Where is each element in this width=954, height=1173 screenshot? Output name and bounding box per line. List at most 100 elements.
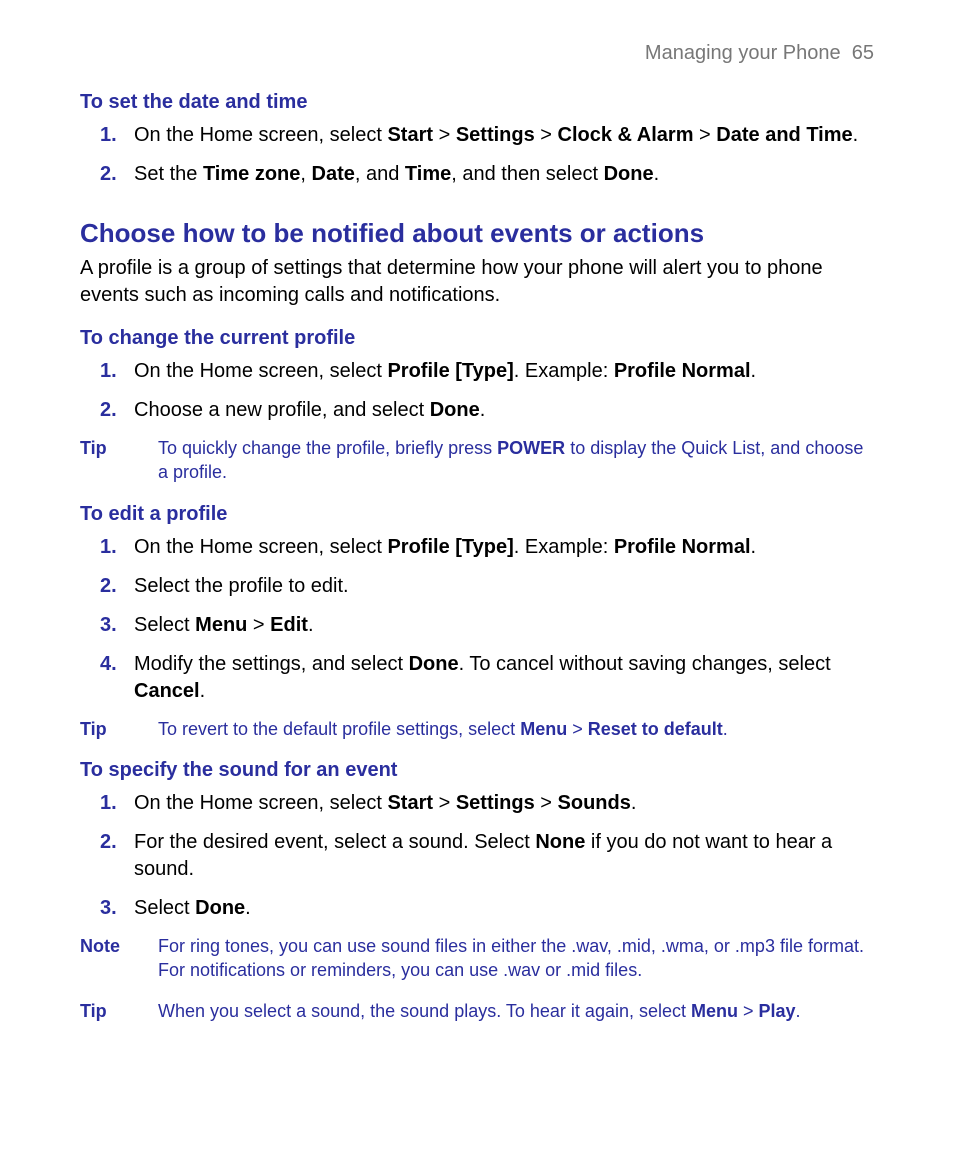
sep: > — [535, 792, 558, 814]
tip-text: To revert to the default profile setting… — [158, 717, 874, 741]
tip-text: When you select a sound, the sound plays… — [158, 999, 874, 1023]
sub-heading-date-time: To set the date and time — [80, 89, 874, 116]
punct: . — [308, 614, 314, 636]
sep: > — [567, 719, 588, 739]
step-number: 2. — [100, 829, 117, 856]
step-item: 1. On the Home screen, select Profile [T… — [134, 358, 874, 385]
ui-label: Profile [Type] — [387, 536, 513, 558]
step-text: Choose a new profile, and select — [134, 399, 430, 421]
ui-label: Settings — [456, 124, 535, 146]
step-text: Set the — [134, 163, 203, 185]
step-number: 1. — [100, 534, 117, 561]
step-number: 3. — [100, 612, 117, 639]
tip-label: Tip — [80, 436, 158, 460]
intro-paragraph: A profile is a group of settings that de… — [80, 255, 874, 309]
tip-part: To revert to the default profile setting… — [158, 719, 520, 739]
step-item: 4. Modify the settings, and select Done.… — [134, 651, 874, 705]
step-number: 1. — [100, 122, 117, 149]
main-heading-notifications: Choose how to be notified about events o… — [80, 216, 874, 251]
tip-label: Tip — [80, 717, 158, 741]
step-number: 3. — [100, 895, 117, 922]
step-item: 2. For the desired event, select a sound… — [134, 829, 874, 883]
sub-heading-specify-sound: To specify the sound for an event — [80, 757, 874, 784]
tip-callout: Tip When you select a sound, the sound p… — [80, 999, 874, 1023]
ui-label: Done — [409, 653, 459, 675]
step-item: 2. Select the profile to edit. — [134, 573, 874, 600]
step-item: 3. Select Done. — [134, 895, 874, 922]
step-item: 3. Select Menu > Edit. — [134, 612, 874, 639]
tip-part: When you select a sound, the sound plays… — [158, 1001, 691, 1021]
step-item: 1. On the Home screen, select Profile [T… — [134, 534, 874, 561]
note-label: Note — [80, 934, 158, 958]
sep: , and — [355, 163, 405, 185]
tip-callout: Tip To revert to the default profile set… — [80, 717, 874, 741]
sep: . Example: — [514, 360, 614, 382]
steps-change-profile: 1. On the Home screen, select Profile [T… — [80, 358, 874, 424]
step-text: . To cancel without saving changes, sele… — [459, 653, 831, 675]
ui-label: POWER — [497, 438, 565, 458]
ui-label: Menu — [520, 719, 567, 739]
punct: . — [631, 792, 637, 814]
sep: > — [433, 792, 456, 814]
step-item: 2. Set the Time zone, Date, and Time, an… — [134, 161, 874, 188]
ui-label: Profile Normal — [614, 360, 751, 382]
section-title: Managing your Phone — [645, 42, 841, 64]
ui-label: Sounds — [558, 792, 631, 814]
step-text: On the Home screen, select — [134, 360, 387, 382]
sep: , — [300, 163, 311, 185]
step-text: Select — [134, 614, 195, 636]
ui-label: Profile Normal — [614, 536, 751, 558]
ui-label: Reset to default — [588, 719, 723, 739]
ui-label: Start — [387, 792, 433, 814]
ui-label: Done — [430, 399, 480, 421]
step-item: 2. Choose a new profile, and select Done… — [134, 397, 874, 424]
step-text: On the Home screen, select — [134, 124, 387, 146]
punct: . — [654, 163, 660, 185]
step-number: 1. — [100, 358, 117, 385]
step-number: 1. — [100, 790, 117, 817]
punct: . — [853, 124, 859, 146]
punct: . — [751, 360, 757, 382]
ui-label: Profile [Type] — [387, 360, 513, 382]
note-text: For ring tones, you can use sound files … — [158, 934, 874, 983]
ui-label: Date and Time — [716, 124, 852, 146]
sep: , and then select — [451, 163, 603, 185]
steps-specify-sound: 1. On the Home screen, select Start > Se… — [80, 790, 874, 922]
sep: . Example: — [514, 536, 614, 558]
punct: . — [200, 680, 206, 702]
step-number: 4. — [100, 651, 117, 678]
step-text: Select — [134, 897, 195, 919]
ui-label: Time — [405, 163, 451, 185]
sep: > — [535, 124, 558, 146]
sub-heading-change-profile: To change the current profile — [80, 325, 874, 352]
punct: . — [245, 897, 251, 919]
step-text: For the desired event, select a sound. S… — [134, 831, 535, 853]
ui-label: Time zone — [203, 163, 300, 185]
sep: > — [433, 124, 456, 146]
sep: > — [247, 614, 270, 636]
step-item: 1. On the Home screen, select Start > Se… — [134, 790, 874, 817]
sep: > — [694, 124, 717, 146]
step-text: On the Home screen, select — [134, 792, 387, 814]
step-text: Select the profile to edit. — [134, 575, 349, 597]
ui-label: None — [535, 831, 585, 853]
ui-label: Settings — [456, 792, 535, 814]
ui-label: Cancel — [134, 680, 200, 702]
page-header: Managing your Phone 65 — [80, 40, 874, 67]
tip-callout: Tip To quickly change the profile, brief… — [80, 436, 874, 485]
steps-date-time: 1. On the Home screen, select Start > Se… — [80, 122, 874, 188]
step-number: 2. — [100, 397, 117, 424]
ui-label: Done — [604, 163, 654, 185]
ui-label: Start — [387, 124, 433, 146]
ui-label: Done — [195, 897, 245, 919]
ui-label: Play — [759, 1001, 796, 1021]
step-item: 1. On the Home screen, select Start > Se… — [134, 122, 874, 149]
step-number: 2. — [100, 161, 117, 188]
punct: . — [723, 719, 728, 739]
ui-label: Menu — [195, 614, 247, 636]
step-text: On the Home screen, select — [134, 536, 387, 558]
steps-edit-profile: 1. On the Home screen, select Profile [T… — [80, 534, 874, 705]
punct: . — [480, 399, 486, 421]
note-callout: Note For ring tones, you can use sound f… — [80, 934, 874, 983]
ui-label: Clock & Alarm — [558, 124, 694, 146]
